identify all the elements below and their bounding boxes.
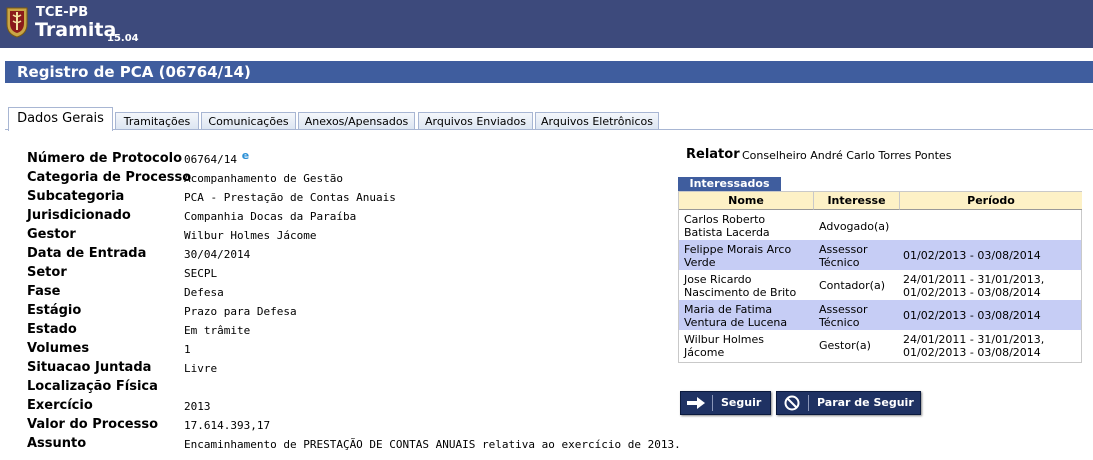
field-label: Gestor (27, 227, 76, 242)
crest-logo-icon (6, 7, 28, 38)
no-entry-icon (784, 395, 800, 411)
field-value: 17.614.393,17 (184, 419, 271, 432)
column-header[interactable]: Nome (679, 192, 813, 210)
field-label: Fase (27, 284, 61, 299)
field-label: Categoria de Processo (27, 170, 192, 185)
field-value: 1 (184, 343, 191, 356)
tab-dados-gerais[interactable]: Dados Gerais (8, 107, 113, 131)
field-value: Companhia Docas da Paraíba (184, 210, 357, 223)
e-process-icon[interactable]: e (240, 150, 251, 161)
relator-label: Relator (686, 147, 740, 162)
tab-anexos-apensados[interactable]: Anexos/Apensados (298, 112, 415, 130)
page-title: Registro de PCA (06764/14) (17, 63, 251, 81)
relator-value: Conselheiro André Carlo Torres Pontes (742, 149, 952, 162)
row-nome: Felippe Morais Arco Verde (684, 243, 792, 269)
field-label: Subcategoria (27, 189, 125, 204)
row-nome: Jose Ricardo Nascimento de Brito (684, 273, 797, 299)
column-header[interactable]: Período (899, 192, 1082, 210)
interessados-table: Nome Interesse Período Carlos Roberto Bat… (678, 191, 1082, 363)
field-value: Em trâmite (184, 324, 251, 337)
interessados-caption: Interessados (678, 177, 781, 191)
field-label: Jurisdicionado (27, 208, 131, 223)
row-nome: Maria de Fatima Ventura de Lucena (684, 303, 788, 329)
field-label: Estado (27, 322, 77, 337)
page-title-bar: Registro de PCA (06764/14) (5, 61, 1093, 83)
field-label: Exercício (27, 398, 93, 413)
field-label: Valor do Processo (27, 417, 159, 432)
field-label: Setor (27, 265, 67, 280)
app-version: 15.04 (107, 33, 139, 44)
org-name: TCE-PB (36, 5, 89, 20)
field-value: Encaminhamento de PRESTAÇÃO DE CONTAS AN… (184, 438, 681, 451)
field-label: Assunto (27, 436, 87, 451)
unfollow-button-label: Parar de Seguir (817, 396, 914, 409)
button-separator (712, 395, 713, 411)
row-nome: Carlos Roberto Batista Lacerda (684, 213, 770, 239)
field-label: Número de Protocolo (27, 151, 183, 166)
arrow-right-icon (687, 397, 705, 409)
field-value: 2013 (184, 400, 211, 413)
row-periodo: 24/01/2011 - 31/01/2013, 01/02/2013 - 03/… (903, 273, 1045, 299)
row-periodo: 24/01/2011 - 31/01/2013, 01/02/2013 - 03/… (903, 333, 1045, 359)
field-value: Wilbur Holmes Jácome (184, 229, 317, 242)
field-value: 06764/14 (184, 153, 237, 166)
field-label: Situacao Juntada (27, 360, 152, 375)
field-value: Livre (184, 362, 218, 375)
field-label: Estágio (27, 303, 82, 318)
field-label: Data de Entrada (27, 246, 147, 261)
unfollow-button[interactable]: Parar de Seguir (776, 391, 921, 415)
field-value: Defesa (184, 286, 224, 299)
tab-arquivos-enviados[interactable]: Arquivos Enviados (418, 112, 533, 130)
field-value: SECPL (184, 267, 218, 280)
field-value: PCA - Prestação de Contas Anuais (184, 191, 396, 204)
tab-arquivos-eletronicos[interactable]: Arquivos Eletrônicos (535, 112, 659, 130)
row-interesse: Contador(a) (819, 279, 885, 292)
field-label: Volumes (27, 341, 90, 356)
row-periodo: 01/02/2013 - 03/08/2014 (903, 309, 1041, 322)
row-interesse: Gestor(a) (819, 339, 871, 352)
tab-comunicacoes[interactable]: Comunicações (201, 112, 296, 130)
tab-tramitacoes[interactable]: Tramitações (115, 112, 199, 130)
row-interesse: Advogado(a) (819, 220, 890, 233)
tab-divider (5, 129, 1093, 130)
column-header[interactable]: Interesse (813, 192, 899, 210)
row-interesse: Assessor Técnico (819, 243, 868, 269)
follow-button-label: Seguir (721, 396, 762, 409)
app-header: TCE-PB Tramita 15.04 (0, 0, 1093, 48)
field-label: Localização Física (27, 379, 158, 394)
row-nome: Wilbur Holmes Jácome (684, 333, 764, 359)
field-value: 30/04/2014 (184, 248, 251, 261)
field-value: Prazo para Defesa (184, 305, 297, 318)
follow-button[interactable]: Seguir (680, 391, 771, 415)
field-value: Acompanhamento de Gestão (184, 172, 343, 185)
row-interesse: Assessor Técnico (819, 303, 868, 329)
app-name: Tramita (35, 19, 117, 41)
button-separator (808, 395, 809, 411)
row-periodo: 01/02/2013 - 03/08/2014 (903, 249, 1041, 262)
